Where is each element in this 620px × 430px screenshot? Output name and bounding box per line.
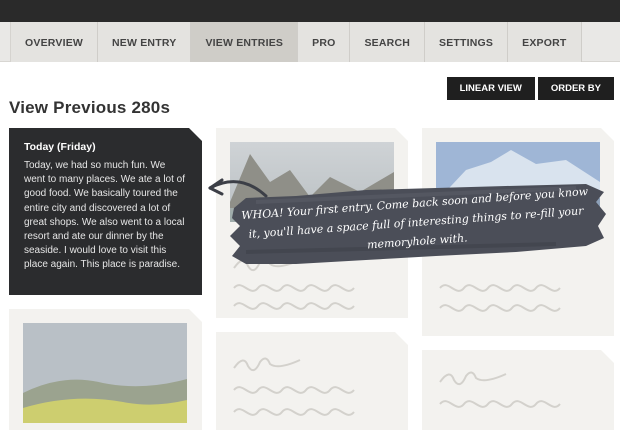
placeholder-entry-card: [9, 309, 202, 430]
nav-tab-overview[interactable]: OVERVIEW: [10, 22, 99, 62]
top-bar: [0, 0, 620, 22]
nav-tab-search[interactable]: SEARCH: [350, 22, 426, 62]
entry-text: Today, we had so much fun. We went to ma…: [24, 160, 186, 271]
nav-tab-view-entries[interactable]: VIEW ENTRIES: [191, 22, 299, 62]
view-options: LINEAR VIEW ORDER BY: [446, 77, 614, 100]
page-title: View Previous 280s: [9, 98, 171, 117]
entry-card[interactable]: Today (Friday) Today, we had so much fun…: [9, 128, 202, 295]
nav-tab-settings[interactable]: SETTINGS: [425, 22, 509, 62]
placeholder-scribble: [233, 357, 355, 416]
nav-tab-export[interactable]: EXPORT: [508, 22, 582, 62]
entry-date: Today (Friday): [24, 141, 96, 153]
placeholder-photo-landscape: [23, 323, 187, 423]
welcome-banner: WHOA! Your first entry. Come back soon a…: [226, 180, 609, 270]
linear-view-button[interactable]: LINEAR VIEW: [446, 77, 535, 100]
placeholder-entry-card: [422, 350, 614, 430]
main-nav-bar: OVERVIEW NEW ENTRY VIEW ENTRIES PRO SEAR…: [0, 22, 620, 62]
main-nav: OVERVIEW NEW ENTRY VIEW ENTRIES PRO SEAR…: [10, 22, 582, 62]
placeholder-scribble: [439, 371, 561, 408]
order-by-button[interactable]: ORDER BY: [537, 77, 614, 100]
placeholder-entry-card: [216, 332, 408, 430]
nav-tab-new-entry[interactable]: NEW ENTRY: [98, 22, 192, 62]
nav-tab-pro[interactable]: PRO: [298, 22, 351, 62]
